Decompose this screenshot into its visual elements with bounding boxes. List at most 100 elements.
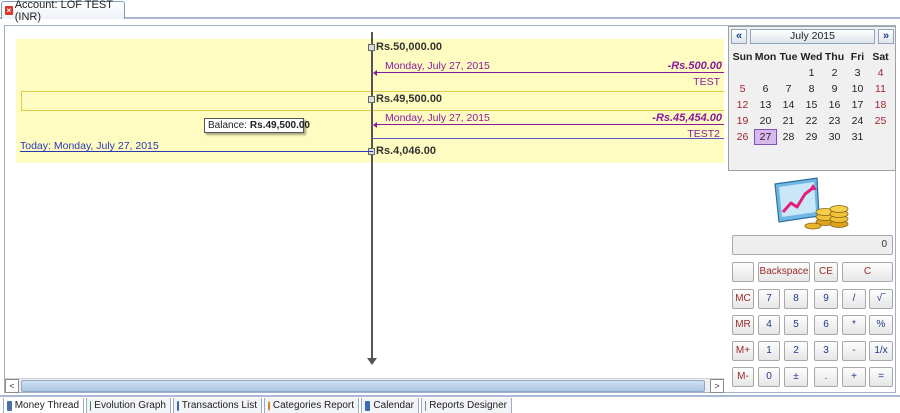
calendar-day[interactable]: 23 (823, 113, 846, 129)
calculator-key[interactable]: 4 (758, 315, 780, 335)
calendar-day[interactable]: 3 (846, 65, 869, 81)
calculator-key[interactable]: 0 (758, 367, 780, 387)
calendar-day[interactable]: 14 (777, 97, 800, 113)
calendar-grid: Sun Mon Tue Wed Thu Fri Sat 1 2 3 4 5 6 7 8 9 10 11 12 13 14… (731, 49, 894, 145)
calculator-key[interactable]: 9 (814, 289, 838, 309)
calendar-empty-cell (731, 65, 754, 81)
balance-node[interactable]: Rs.4,046.00 (368, 145, 436, 157)
calendar-day[interactable]: 9 (823, 81, 846, 97)
calendar-weekday-label: Sat (872, 51, 889, 63)
calendar-day[interactable]: 11 (869, 81, 892, 97)
calendar-day[interactable]: 28 (777, 129, 800, 145)
calendar-empty-cell (754, 65, 777, 81)
calendar-day[interactable]: 21 (777, 113, 800, 129)
balance-tooltip: Balance: Rs.49,500.00 (204, 118, 310, 133)
calendar-day[interactable]: 26 (731, 129, 754, 145)
transaction-arrow-icon (373, 122, 377, 128)
calculator-key[interactable]: ± (784, 367, 808, 387)
calculator-key[interactable]: . (814, 367, 838, 387)
balance-node[interactable]: Rs.49,500.00 (368, 93, 442, 105)
calendar-day[interactable]: 2 (823, 65, 846, 81)
calendar-month-title[interactable]: July 2015 (750, 29, 875, 44)
calculator-key[interactable]: - (842, 341, 866, 361)
calculator-key[interactable]: * (842, 315, 866, 335)
transaction-name[interactable]: TEST (693, 76, 720, 88)
next-month-button[interactable]: » (878, 29, 894, 44)
calendar-day[interactable]: 19 (731, 113, 754, 129)
calendar-day[interactable]: 29 (800, 129, 823, 145)
calendar-day[interactable]: 15 (800, 97, 823, 113)
calculator-key[interactable]: 2 (784, 341, 808, 361)
calendar-day[interactable]: 17 (846, 97, 869, 113)
view-tab-evolution-graph[interactable]: Evolution Graph (86, 398, 171, 413)
view-tab-strip: Money Thread Evolution Graph Transactions … (0, 395, 900, 413)
calculator-key[interactable]: 1/x (869, 341, 893, 361)
calendar-week-row: 1234 (731, 65, 894, 81)
calendar-day[interactable]: 31 (846, 129, 869, 145)
balance-node[interactable]: Rs.50,000.00 (368, 41, 442, 53)
clear-entry-button[interactable]: CE (814, 262, 838, 282)
calendar-day[interactable]: 20 (754, 113, 777, 129)
view-tab-label: Reports Designer (429, 400, 507, 411)
memory-button[interactable]: MC (732, 289, 754, 309)
calendar-day[interactable]: 16 (823, 97, 846, 113)
calendar-day[interactable]: 18 (869, 97, 892, 113)
tooltip-prefix: Balance: (208, 120, 247, 131)
calendar-week-row: 12 13 14 15 16 17 18 (731, 97, 894, 113)
memory-button[interactable]: M+ (732, 341, 754, 361)
calculator-key[interactable]: = (869, 367, 893, 387)
calendar-day[interactable]: 1 (800, 65, 823, 81)
clear-button[interactable]: C (842, 262, 893, 282)
view-tab-money-thread[interactable]: Money Thread (3, 398, 84, 413)
node-icon (368, 43, 375, 51)
view-tab-calendar[interactable]: Calendar (361, 398, 419, 413)
calculator-key[interactable]: 1 (758, 341, 780, 361)
calendar-day[interactable]: 27 (754, 129, 777, 145)
calculator-key[interactable]: 7 (758, 289, 780, 309)
calendar-day[interactable]: 12 (731, 97, 754, 113)
calendar-day[interactable]: 10 (846, 81, 869, 97)
calendar-day[interactable]: 24 (846, 113, 869, 129)
horizontal-scrollbar[interactable]: < > (5, 378, 724, 393)
calendar-day[interactable]: 30 (823, 129, 846, 145)
calculator-key[interactable]: √‾ (869, 289, 893, 309)
calendar-day[interactable]: 7 (777, 81, 800, 97)
transaction-line[interactable] (377, 72, 724, 73)
calendar-day[interactable]: 5 (731, 81, 754, 97)
view-tab-transactions-list[interactable]: Transactions List (173, 398, 262, 413)
balance-value: Rs.50,000.00 (376, 41, 443, 53)
calendar-day[interactable]: 6 (754, 81, 777, 97)
calculator-key[interactable]: / (842, 289, 866, 309)
account-document-tab[interactable]: × Account: LOF TEST (INR) (1, 0, 125, 23)
scrollbar-thumb[interactable] (21, 380, 705, 392)
calendar-day[interactable]: 22 (800, 113, 823, 129)
calendar-day[interactable]: 25 (869, 113, 892, 129)
calendar-empty-cell (869, 129, 892, 145)
calculator-key[interactable]: 3 (814, 341, 838, 361)
scroll-left-button[interactable]: < (5, 379, 19, 393)
calculator-display: 0 (732, 235, 893, 255)
calculator-key[interactable]: % (869, 315, 893, 335)
backspace-button[interactable]: Backspace (758, 262, 810, 282)
transaction-line[interactable] (377, 124, 724, 125)
calculator-key[interactable]: 5 (784, 315, 808, 335)
scroll-right-button[interactable]: > (710, 379, 724, 393)
finance-chart-logo-icon (774, 177, 849, 230)
previous-month-button[interactable]: « (731, 29, 747, 44)
calendar-day[interactable]: 4 (869, 65, 892, 81)
calendar-day[interactable]: 8 (800, 81, 823, 97)
memory-button[interactable]: M- (732, 367, 754, 387)
view-tab-categories-report[interactable]: Categories Report (264, 398, 359, 413)
memory-indicator-button[interactable] (732, 262, 754, 282)
view-tab-reports-designer[interactable]: Reports Designer (421, 398, 512, 413)
calendar-day[interactable]: 13 (754, 97, 777, 113)
node-icon (368, 95, 375, 103)
calculator-key[interactable]: + (842, 367, 866, 387)
calculator-key[interactable]: 8 (784, 289, 808, 309)
view-tab-label: Categories Report (272, 400, 354, 411)
memory-button[interactable]: MR (732, 315, 754, 335)
calendar-weekday-label: Wed (800, 51, 823, 63)
close-icon[interactable]: × (5, 6, 13, 15)
calculator-key[interactable]: 6 (814, 315, 838, 335)
money-thread-panel[interactable]: Rs.50,000.00 Rs.49,500.00 Rs.4,046.00 Mo… (5, 26, 724, 378)
